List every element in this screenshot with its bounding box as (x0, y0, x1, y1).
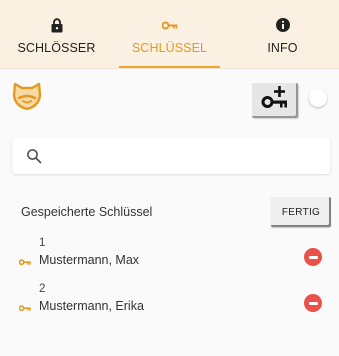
tab-label: SCHLÜSSEL (131, 41, 208, 55)
key-owner-name: Mustermann, Max (39, 253, 140, 267)
key-number: 1 (39, 237, 46, 249)
tab-schluessel[interactable]: SCHLÜSSEL (113, 0, 226, 68)
key-owner-name: Mustermann, Erika (39, 299, 144, 313)
search-input[interactable] (50, 147, 324, 165)
tab-bar: SCHLÖSSER SCHLÜSSEL INFO (0, 0, 339, 68)
info-icon (275, 15, 290, 35)
app-logo-icon (12, 82, 42, 111)
tab-bar-divider (0, 68, 339, 69)
key-icon (161, 15, 178, 35)
delete-key-icon[interactable] (304, 248, 322, 266)
lock-icon (51, 15, 63, 35)
search-box[interactable] (12, 138, 330, 174)
key-icon (18, 253, 31, 271)
add-key-icon (261, 85, 289, 116)
key-list-item[interactable]: 2 Mustermann, Erika (0, 282, 339, 322)
toggle-switch[interactable] (309, 89, 327, 107)
done-button[interactable]: FERTIG (271, 197, 331, 227)
key-icon (18, 299, 31, 317)
saved-keys-title: Gespeicherte Schlüssel (21, 205, 153, 219)
tab-label: SCHLÖSSER (17, 41, 96, 55)
key-list-item[interactable]: 1 Mustermann, Max (0, 236, 339, 276)
tab-info[interactable]: INFO (226, 0, 339, 68)
delete-key-icon[interactable] (304, 294, 322, 312)
add-key-button[interactable] (252, 83, 298, 118)
key-number: 2 (39, 283, 46, 295)
key-list: 1 Mustermann, Max 2 Mustermann, Erika (0, 236, 339, 322)
search-icon (26, 148, 42, 164)
tab-label: INFO (267, 41, 298, 55)
tab-schloesser[interactable]: SCHLÖSSER (0, 0, 113, 68)
